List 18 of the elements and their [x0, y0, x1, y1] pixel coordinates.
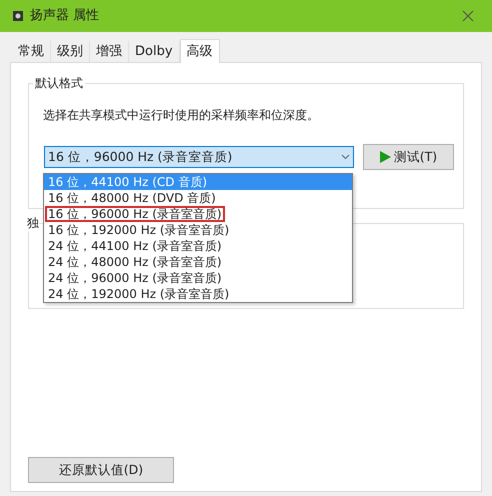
- dropdown-option[interactable]: 16 位，192000 Hz (录音室音质): [44, 222, 352, 238]
- window-title: 扬声器 属性: [30, 7, 100, 26]
- dropdown-option[interactable]: 24 位，48000 Hz (录音室音质): [44, 254, 352, 270]
- speaker-icon: [12, 10, 24, 22]
- dropdown-option[interactable]: 24 位，192000 Hz (录音室音质): [44, 286, 352, 302]
- description: 选择在共享模式中运行时使用的采样频率和位深度。: [43, 107, 320, 124]
- close-icon: [462, 10, 474, 22]
- play-icon: [380, 151, 391, 163]
- dropdown-option[interactable]: 16 位，48000 Hz (DVD 音质): [44, 190, 352, 206]
- format-dropdown[interactable]: 16 位，96000 Hz (录音室音质): [44, 146, 354, 168]
- group-title: 独: [27, 214, 39, 232]
- restore-defaults-button[interactable]: 还原默认值(D): [28, 457, 174, 483]
- test-button[interactable]: 测试(T): [363, 144, 454, 170]
- chevron-icon: [341, 154, 350, 160]
- group-title: 默认格式: [33, 74, 85, 92]
- tab[interactable]: 高级: [180, 39, 220, 63]
- dropdown-option[interactable]: 24 位，96000 Hz (录音室音质): [44, 270, 352, 286]
- dropdown-option[interactable]: 24 位，44100 Hz (录音室音质): [44, 238, 352, 254]
